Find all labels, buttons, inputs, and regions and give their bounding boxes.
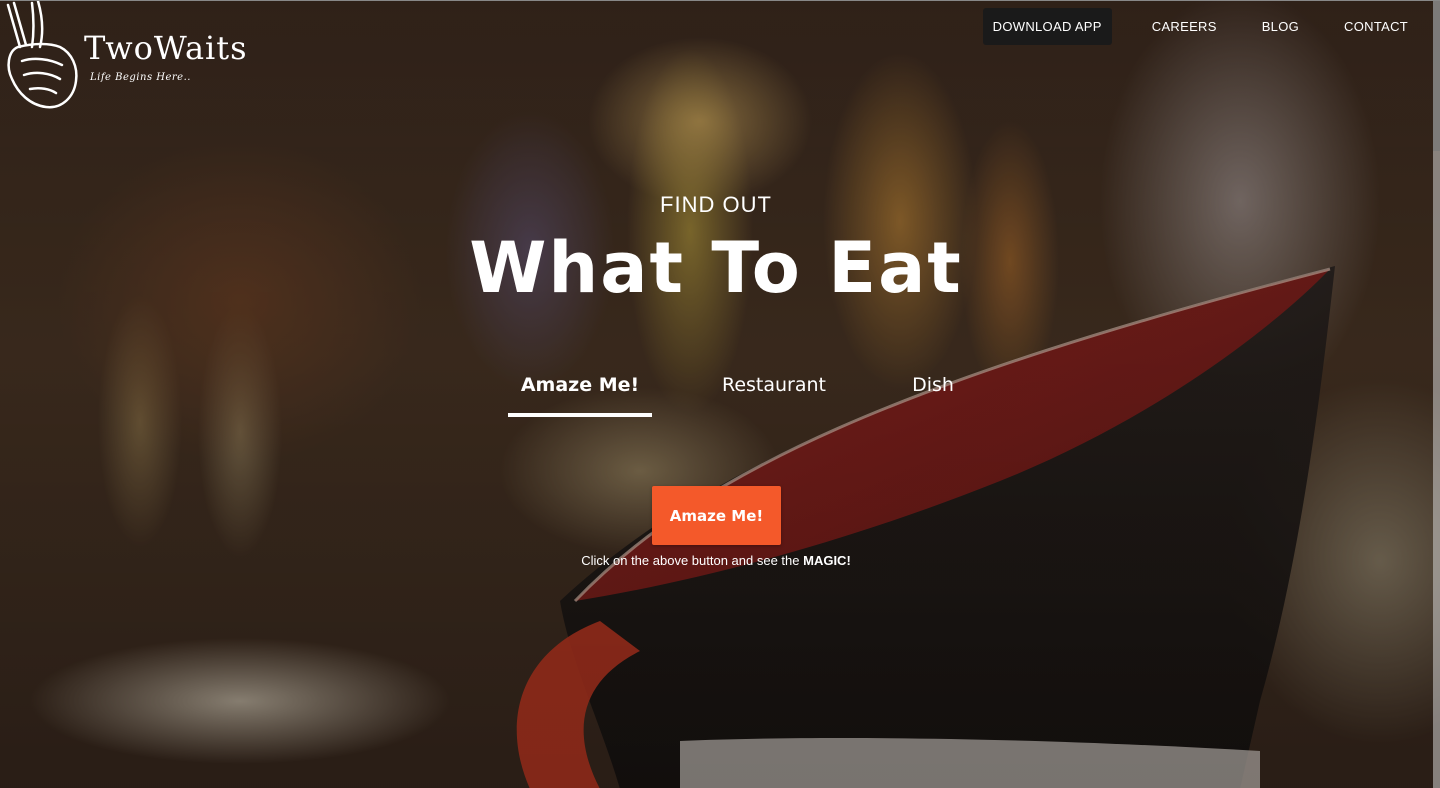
amaze-me-button[interactable]: Amaze Me!	[652, 486, 781, 545]
brand-tagline: Life Begins Here..	[90, 72, 191, 83]
hero-kicker: FIND OUT	[660, 192, 772, 217]
nav-careers[interactable]: CAREERS	[1152, 19, 1217, 34]
search-mode-tabs: Amaze Me! Restaurant Dish	[0, 367, 1432, 417]
brand-name: TwoWaits	[84, 29, 248, 67]
page: TwoWaits Life Begins Here.. DOWNLOAD APP…	[0, 0, 1440, 788]
nav-blog[interactable]: BLOG	[1262, 19, 1299, 34]
scrollbar[interactable]	[1433, 1, 1440, 788]
cta-hint: Click on the above button and see the MA…	[0, 553, 1432, 568]
nav-contact[interactable]: CONTACT	[1344, 19, 1408, 34]
hero-title: What To Eat	[469, 227, 963, 309]
cta-hint-text: Click on the above button and see the	[581, 553, 804, 568]
top-nav: DOWNLOAD APP CAREERS BLOG CONTACT	[982, 8, 1440, 45]
tab-restaurant[interactable]: Restaurant	[706, 367, 842, 413]
tab-amaze-me[interactable]: Amaze Me!	[508, 367, 652, 417]
logo[interactable]: TwoWaits Life Begins Here..	[4, 1, 254, 111]
tab-dish[interactable]: Dish	[893, 367, 973, 413]
download-app-button[interactable]: DOWNLOAD APP	[982, 8, 1112, 45]
cta-hint-emphasis: MAGIC!	[803, 553, 851, 568]
peace-hand-icon	[6, 1, 78, 109]
